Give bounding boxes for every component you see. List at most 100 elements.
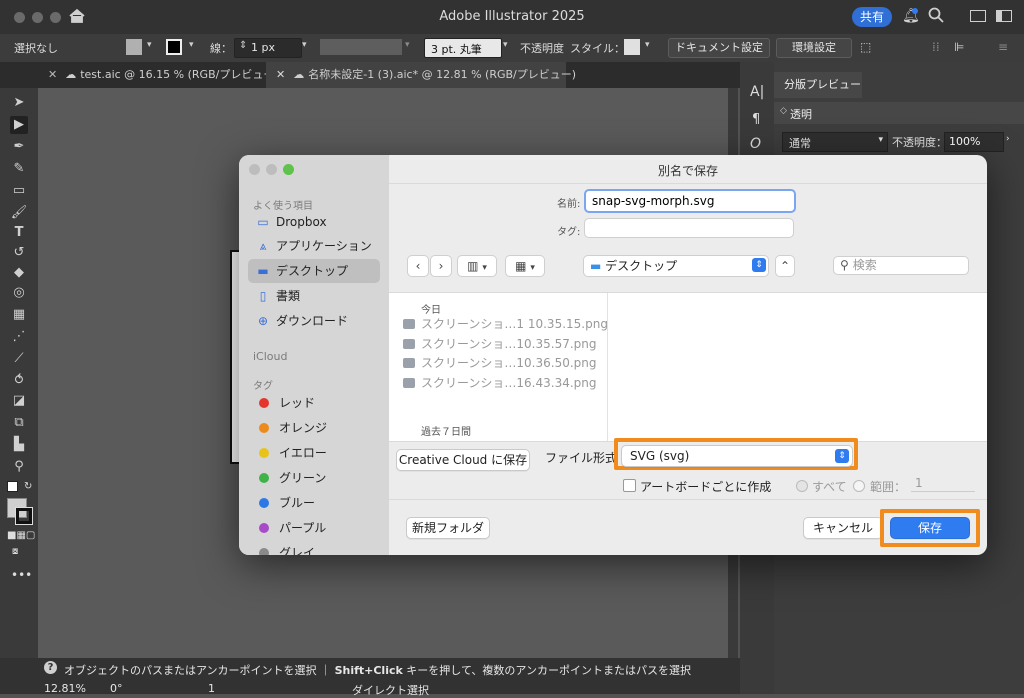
tab-separation-preview[interactable]: 分版プレビュー <box>774 72 862 98</box>
opacity-field[interactable]: 100% <box>944 132 1004 152</box>
sidebar-tag-red[interactable]: レッド <box>248 391 380 415</box>
range-radio[interactable] <box>853 480 865 492</box>
artboard-tool-icon[interactable]: ⧉ <box>10 414 28 432</box>
sidebar-tag-gray[interactable]: グレイ <box>248 541 380 555</box>
artboard-checkbox[interactable] <box>623 479 636 492</box>
align-icon[interactable]: ⁞⁞ <box>932 40 940 54</box>
default-colors-icon[interactable] <box>7 481 18 492</box>
rotation-level[interactable]: 0° <box>110 682 123 695</box>
help-icon[interactable]: ? <box>44 661 57 674</box>
location-select[interactable]: ▬ デスクトップ ⇕ <box>583 255 769 277</box>
stroke-swatch[interactable] <box>166 39 182 55</box>
sidebar-item-documents[interactable]: ▯ 書類 <box>248 284 380 308</box>
stroke-width-field[interactable]: ⇕ 1 px <box>234 38 302 58</box>
tab-test[interactable]: ✕ ☁ test.aic @ 16.15 % (RGB/プレビュー) <box>38 62 279 88</box>
forward-button[interactable]: › <box>430 255 452 277</box>
opentype-panel-icon[interactable]: O <box>750 136 761 152</box>
sidebar-tag-orange[interactable]: オレンジ <box>248 416 380 440</box>
sidebar-item-downloads[interactable]: ⊕ ダウンロード <box>248 309 380 333</box>
rectangle-tool-icon[interactable]: ▭ <box>10 182 28 200</box>
graph-tool-icon[interactable]: ▙ <box>10 436 28 454</box>
tab-transparency[interactable]: 透明 <box>790 106 812 122</box>
group-button[interactable]: ▦ ▾ <box>505 255 545 277</box>
chevron-right-icon[interactable]: › <box>1006 134 1010 144</box>
document-settings-button[interactable]: ドキュメント設定 <box>668 38 770 58</box>
tab-untitled[interactable]: ✕ ☁ 名称未設定-1 (3).aic* @ 12.81 % (RGB/プレビュー) <box>266 62 576 88</box>
direct-selection-tool-icon[interactable]: ▶ <box>10 116 28 134</box>
arrange-icon[interactable]: ⬚ <box>860 40 871 54</box>
more-tools-icon[interactable]: ••• <box>11 568 32 582</box>
file-row[interactable]: スクリーンショ…10.36.50.png <box>403 354 597 373</box>
workspace-icon[interactable] <box>970 10 986 22</box>
chevron-down-icon[interactable]: ▾ <box>302 40 307 50</box>
rotate-tool-icon[interactable]: ↺ <box>10 244 28 262</box>
paintbrush-tool-icon[interactable]: 🖌︎ <box>10 204 28 222</box>
gradient-tool-icon[interactable]: ▦ <box>10 306 28 324</box>
share-button[interactable]: 共有 <box>852 7 892 27</box>
sidebar-item-desktop[interactable]: ▬ デスクトップ <box>248 259 380 283</box>
panels-icon[interactable] <box>996 10 1012 22</box>
shape-builder-tool-icon[interactable]: ◪ <box>10 392 28 410</box>
selection-tool-icon[interactable]: ➤ <box>10 94 28 112</box>
opacity-label[interactable]: 不透明度 <box>520 40 564 56</box>
sidebar-tag-yellow[interactable]: イエロー <box>248 441 380 465</box>
collapse-button[interactable]: ⌃ <box>775 255 795 277</box>
brush-definition[interactable]: 3 pt. 丸筆 <box>424 38 502 58</box>
dialog-close-button[interactable] <box>249 164 260 175</box>
all-radio[interactable] <box>796 480 808 492</box>
lasso-tool-icon[interactable]: ◎ <box>10 284 28 302</box>
zoom-level[interactable]: 12.81% <box>44 682 86 695</box>
eraser-tool-icon[interactable]: ◆ <box>10 264 28 282</box>
save-button[interactable]: 保存 <box>890 517 970 539</box>
chevron-down-icon[interactable]: ▾ <box>147 40 152 50</box>
close-icon[interactable]: ✕ <box>48 68 57 81</box>
stroke-color-icon[interactable] <box>15 507 33 525</box>
creative-cloud-save-button[interactable]: Creative Cloud に保存 <box>396 449 530 471</box>
filename-input[interactable]: snap-svg-morph.svg <box>584 189 796 213</box>
chevron-down-icon[interactable]: ▾ <box>645 40 650 50</box>
paragraph-panel-icon[interactable]: ¶ <box>752 112 760 127</box>
cancel-button[interactable]: キャンセル <box>803 517 883 539</box>
sidebar-item-applications[interactable]: ⩓ アプリケーション <box>248 234 380 258</box>
close-icon[interactable]: ✕ <box>276 68 285 81</box>
view-mode-button[interactable]: ▥ ▾ <box>457 255 497 277</box>
color-mode-icons[interactable]: ■▦▢ <box>7 530 35 541</box>
sidebar-tag-green[interactable]: グリーン <box>248 466 380 490</box>
preferences-button[interactable]: 環境設定 <box>776 38 852 58</box>
menu-icon[interactable]: ≡ <box>998 40 1008 54</box>
distribute-icon[interactable]: ⊫ <box>954 40 964 54</box>
eyedropper-tool-icon[interactable]: ⟋ <box>10 350 28 368</box>
blend-mode-select[interactable]: 通常 ▾ <box>782 132 888 152</box>
type-tool-icon[interactable]: T <box>10 224 28 242</box>
back-button[interactable]: ‹ <box>407 255 429 277</box>
search-input[interactable]: ⚲ 検索 <box>833 256 969 275</box>
fill-swatch[interactable] <box>126 39 142 55</box>
dialog-minimize-button[interactable] <box>266 164 277 175</box>
mesh-tool-icon[interactable]: ⋰ <box>10 328 28 346</box>
pen-tool-icon[interactable]: ✒ <box>10 138 28 156</box>
curvature-tool-icon[interactable]: ✎ <box>10 160 28 178</box>
tags-input[interactable] <box>584 218 794 238</box>
artboard-number[interactable]: 1 <box>208 682 215 695</box>
format-select[interactable]: SVG (svg) ⇕ <box>621 445 853 467</box>
chevron-down-icon[interactable]: ▾ <box>405 40 410 50</box>
file-row[interactable]: スクリーンショ…10.35.57.png <box>403 335 597 354</box>
dialog-zoom-button[interactable] <box>283 164 294 175</box>
collapse-icon[interactable]: ◇ <box>780 106 787 116</box>
chevron-down-icon[interactable]: ▾ <box>503 40 508 50</box>
style-swatch[interactable] <box>624 39 640 55</box>
search-icon[interactable] <box>928 7 944 26</box>
sidebar-tag-blue[interactable]: ブルー <box>248 491 380 515</box>
blend-tool-icon[interactable]: ⥀ <box>10 372 28 390</box>
range-input[interactable]: 1 <box>911 476 975 492</box>
swap-colors-icon[interactable]: ↻ <box>24 481 32 492</box>
stepper-icon[interactable]: ⇕ <box>239 40 247 51</box>
file-row[interactable]: スクリーンショ…16.43.34.png <box>403 374 597 393</box>
sidebar-tag-purple[interactable]: パープル <box>248 516 380 540</box>
zoom-tool-icon[interactable]: ⚲ <box>10 458 28 476</box>
character-panel-icon[interactable]: A| <box>750 84 764 100</box>
file-row[interactable]: スクリーンショ…1 10.35.15.png <box>403 315 608 334</box>
sidebar-item-dropbox[interactable]: ▭ Dropbox <box>248 210 380 234</box>
chevron-down-icon[interactable]: ▾ <box>189 40 194 50</box>
draw-mode-icon[interactable]: ⧇ <box>12 546 18 557</box>
